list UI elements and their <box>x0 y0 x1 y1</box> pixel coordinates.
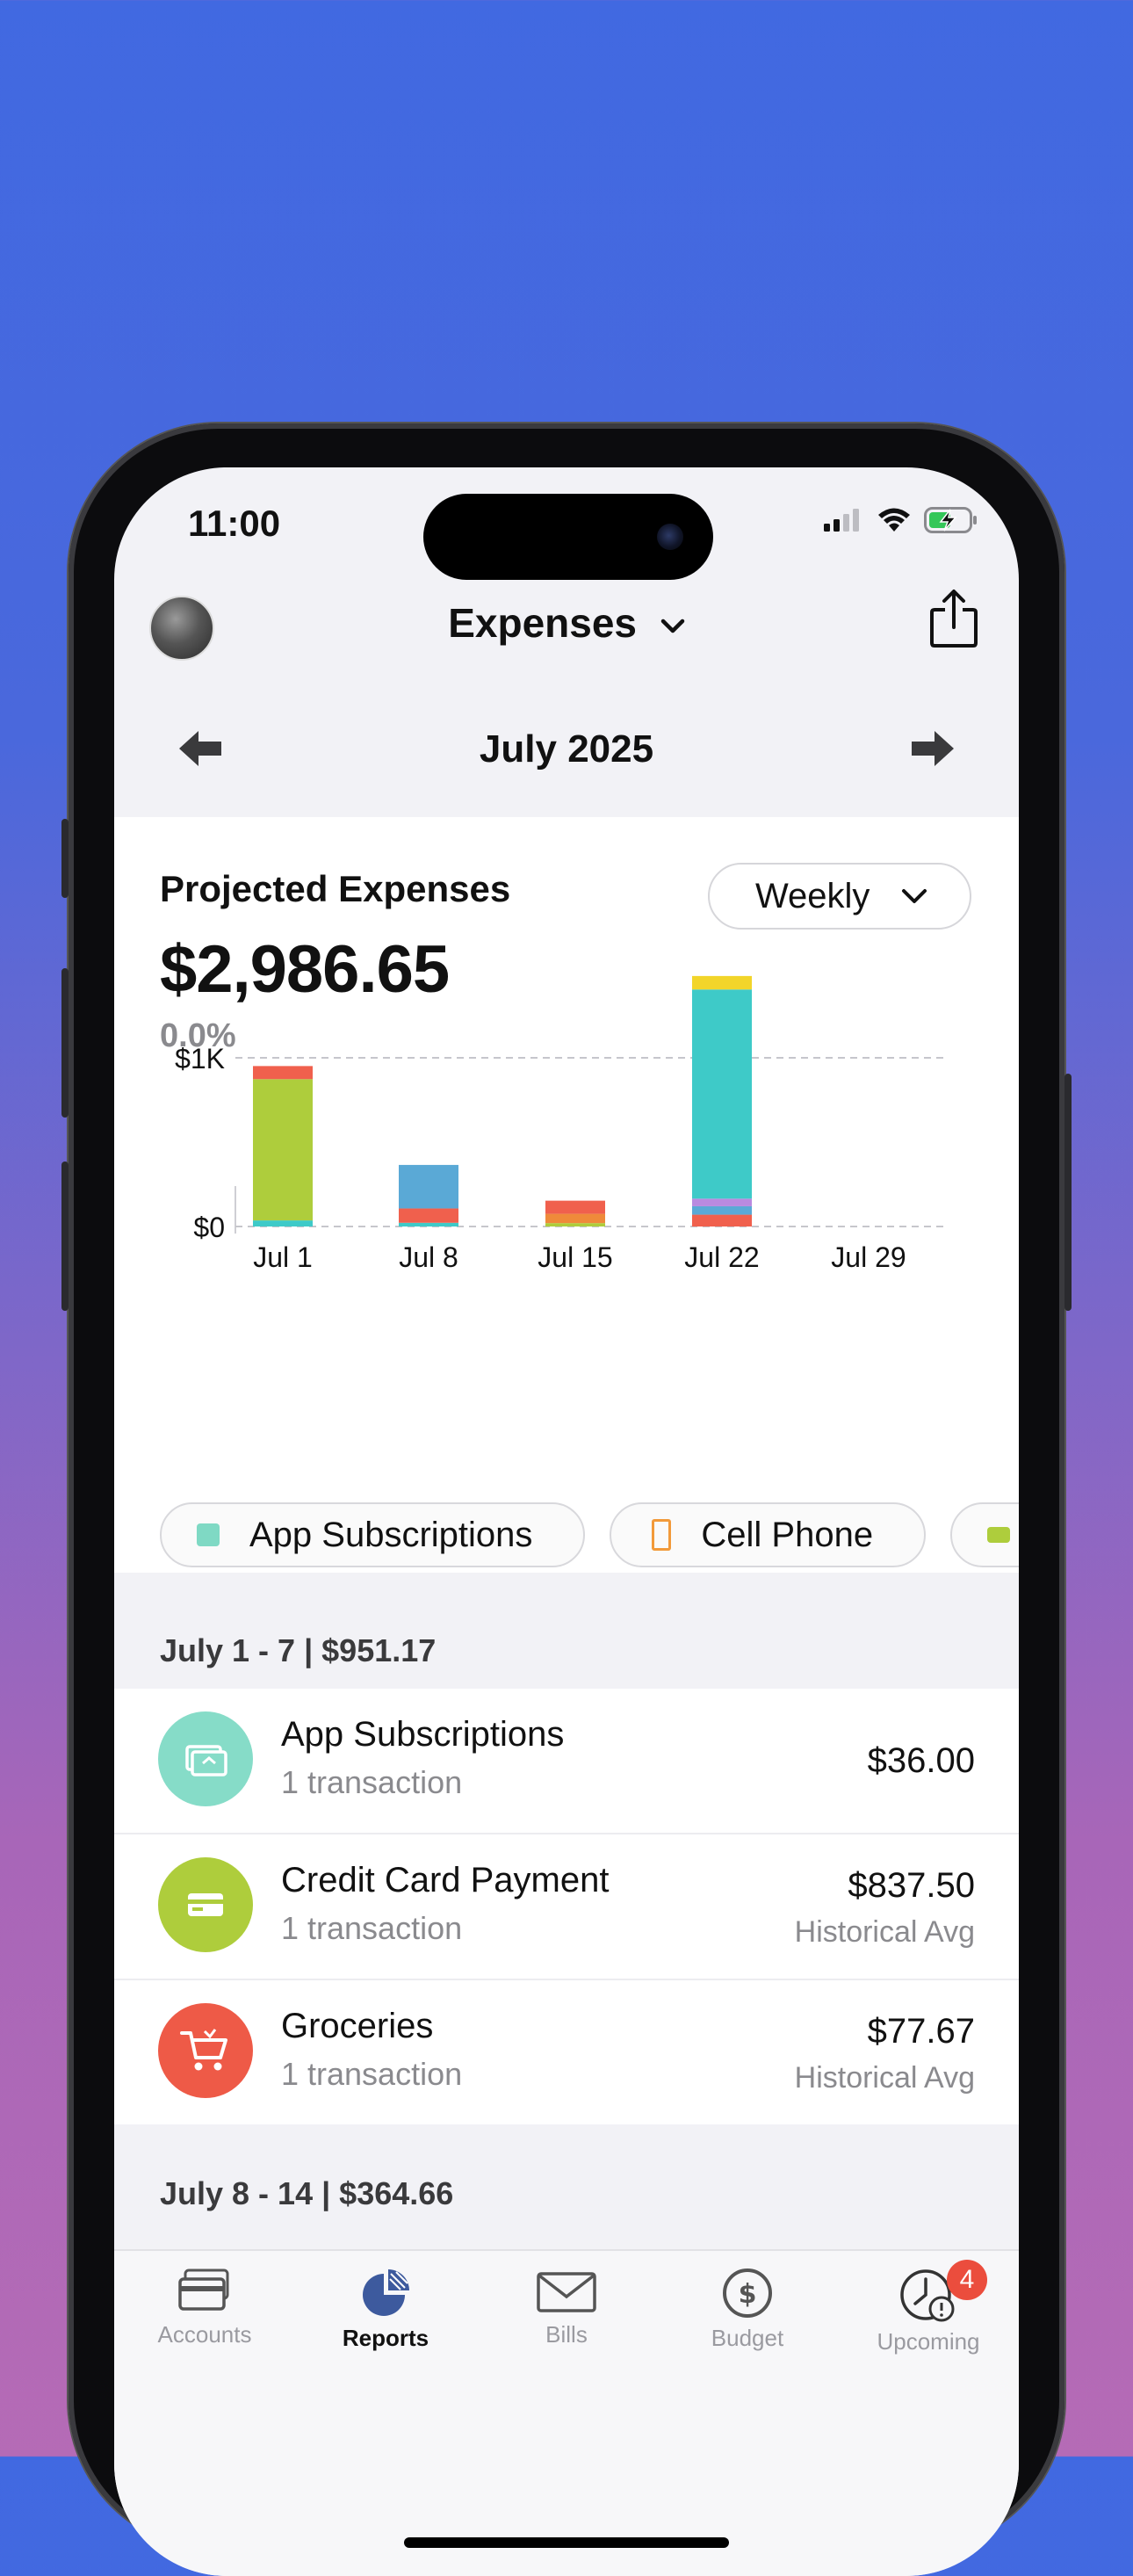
tab-reports[interactable]: Reports <box>295 2267 476 2352</box>
upcoming-badge: 4 <box>947 2260 987 2300</box>
svg-text:$: $ <box>739 2279 757 2310</box>
phone-icon <box>652 1519 672 1551</box>
tab-label: Bills <box>545 2321 588 2348</box>
projected-expenses-card: Projected Expenses $2,986.65 0.0% Weekly… <box>114 817 1019 1573</box>
expenses-chart: $1K $0 Jul 1 Jul 8 Jul 15 Jul 22 Jul 29 <box>175 975 949 1273</box>
chevron-down-icon <box>660 619 685 633</box>
tab-bar: Accounts Reports Bills $ Budget 4 Upcomi… <box>114 2249 1019 2576</box>
bar-segment <box>399 1164 458 1209</box>
tab-label: Budget <box>711 2325 784 2351</box>
bar-segment <box>253 1066 313 1080</box>
subscription-icon <box>197 1523 220 1546</box>
wifi-icon <box>878 508 910 532</box>
volume-up-button <box>61 968 69 1118</box>
bills-envelope-icon <box>537 2272 596 2312</box>
month-label: July 2025 <box>479 727 654 771</box>
status-time: 11:00 <box>188 503 281 544</box>
subscription-icon <box>158 1711 253 1806</box>
bar-segment <box>692 1214 752 1226</box>
week-header: July 8 - 14 | $364.66 <box>160 2175 454 2211</box>
status-icons <box>824 506 978 534</box>
x-tick-label: Jul 1 <box>253 1241 313 1273</box>
next-month-arrow-icon[interactable] <box>910 729 956 768</box>
credit-card-icon <box>158 1857 253 1952</box>
budget-dollar-icon: $ <box>723 2268 772 2318</box>
volume-down-button <box>61 1161 69 1311</box>
accounts-icon <box>178 2268 229 2311</box>
week-header: July 1 - 7 | $951.17 <box>160 1632 437 1668</box>
category-name: Groceries <box>281 2007 434 2045</box>
cart-icon <box>158 2003 253 2098</box>
chip-label: Cell Phone <box>701 1515 874 1554</box>
tab-label: Upcoming <box>877 2328 980 2355</box>
bar-segment <box>399 1208 458 1223</box>
report-type-selector[interactable]: Expenses <box>114 599 1019 647</box>
bar-segment <box>399 1222 458 1226</box>
category-amount: $36.00 <box>867 1741 975 1780</box>
app-screen: 11:00 Expenses July 2025 Projected Expen… <box>114 467 1019 2576</box>
bar-segment <box>692 1205 752 1215</box>
tab-label: Reports <box>342 2325 429 2351</box>
category-amount: $837.50 <box>848 1866 975 1905</box>
signal-icon <box>824 509 859 532</box>
phone-frame: 11:00 Expenses July 2025 Projected Expen… <box>61 423 1072 2576</box>
share-icon[interactable] <box>929 589 978 648</box>
reports-pie-icon <box>363 2269 409 2316</box>
chip-app-subscriptions[interactable]: App Subscriptions <box>160 1502 586 1567</box>
tab-bills[interactable]: Bills <box>476 2267 657 2348</box>
month-navigator: July 2025 <box>114 722 1019 784</box>
battery-charging-icon <box>924 507 977 533</box>
x-tick-label: Jul 22 <box>684 1241 759 1273</box>
chip-label: App Subscriptions <box>249 1515 533 1554</box>
bar-segment <box>692 1198 752 1206</box>
transaction-group-list: App Subscriptions 1 transaction $36.00 C… <box>114 1689 1019 2124</box>
category-name: Credit Card Payment <box>281 1861 610 1899</box>
category-amount: $77.67 <box>867 2012 975 2051</box>
category-chips: App Subscriptions Cell Phone <box>160 1502 1019 1567</box>
bar-segment <box>545 1213 605 1224</box>
transaction-count: 1 transaction <box>281 2056 463 2092</box>
category-name: App Subscriptions <box>281 1715 565 1754</box>
page-title: Expenses <box>448 600 637 646</box>
tab-accounts[interactable]: Accounts <box>114 2267 295 2348</box>
list-item[interactable]: Credit Card Payment 1 transaction $837.5… <box>114 1834 1019 1980</box>
bar-segment <box>545 1200 605 1214</box>
list-item[interactable]: App Subscriptions 1 transaction $36.00 <box>114 1689 1019 1834</box>
y-tick-label: $0 <box>193 1212 225 1243</box>
bar-segment <box>253 1220 313 1226</box>
tab-budget[interactable]: $ Budget <box>657 2267 838 2352</box>
list-item[interactable]: Groceries 1 transaction $77.67 Historica… <box>114 1980 1019 2124</box>
bar-segment <box>692 975 752 990</box>
x-tick-label: Jul 8 <box>399 1241 458 1273</box>
mute-switch <box>61 819 69 898</box>
credit-card-icon <box>987 1527 1011 1543</box>
dynamic-island <box>423 494 713 580</box>
bar-segment <box>545 1223 605 1226</box>
bar-segment <box>253 1079 313 1221</box>
power-button <box>1064 1074 1072 1311</box>
x-tick-label: Jul 15 <box>538 1241 612 1273</box>
chip-credit-card[interactable] <box>950 1502 1019 1567</box>
tab-label: Accounts <box>157 2321 252 2348</box>
x-tick-label: Jul 29 <box>831 1241 906 1273</box>
historical-avg-label: Historical Avg <box>794 2061 975 2095</box>
y-tick-label: $1K <box>175 1043 225 1075</box>
chip-cell-phone[interactable]: Cell Phone <box>610 1502 927 1567</box>
camera-icon <box>657 524 683 550</box>
bar-segment <box>692 989 752 1199</box>
home-indicator <box>404 2537 729 2548</box>
transaction-count: 1 transaction <box>281 1764 463 1800</box>
historical-avg-label: Historical Avg <box>794 1915 975 1949</box>
transaction-count: 1 transaction <box>281 1910 463 1946</box>
tab-upcoming[interactable]: 4 Upcoming <box>838 2260 1019 2355</box>
